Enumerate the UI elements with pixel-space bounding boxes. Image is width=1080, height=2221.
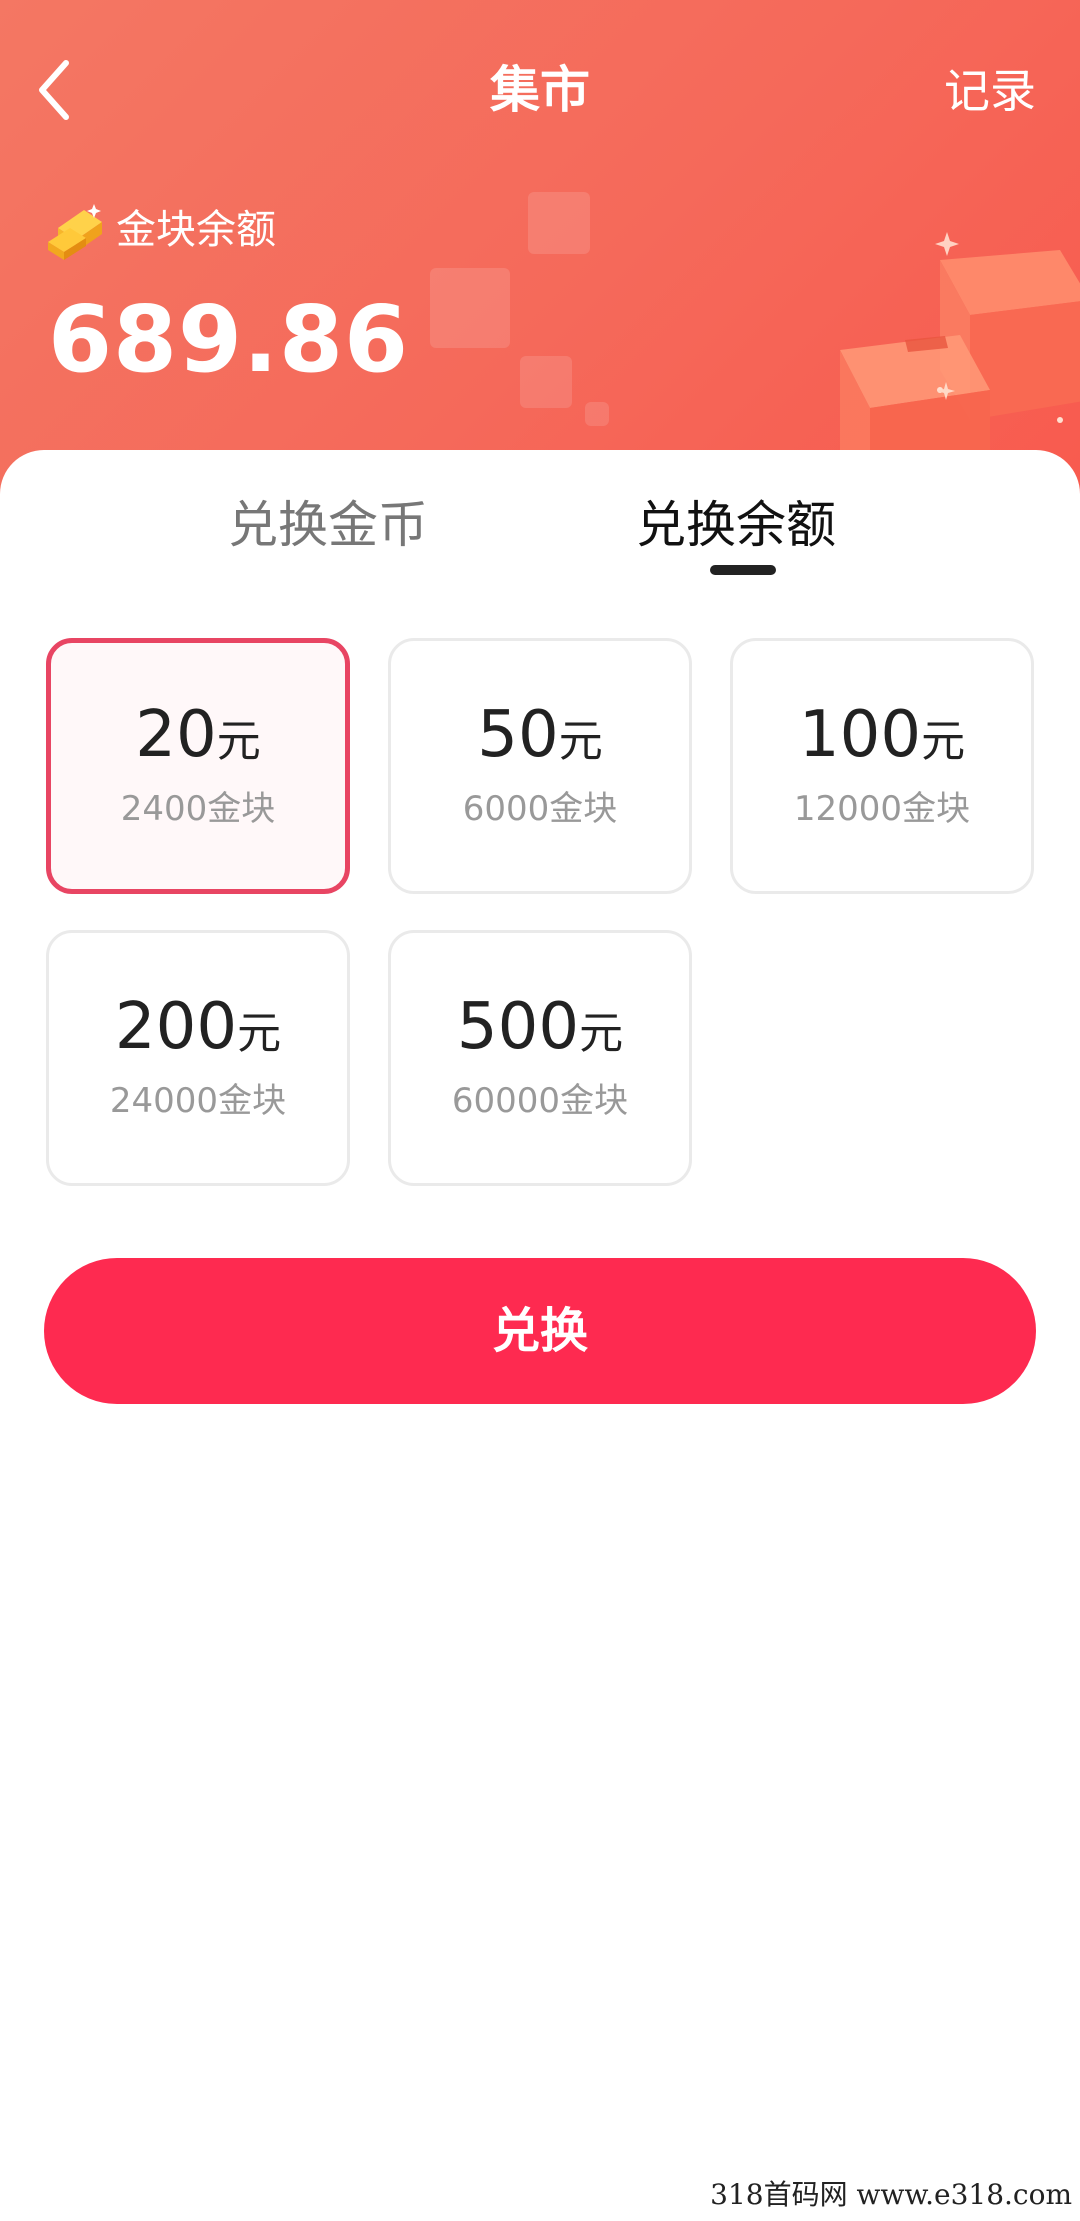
option-amount: 100元 (733, 693, 1031, 777)
option-coin-cost: 60000金块 (451, 1081, 629, 1121)
option-amount: 500元 (391, 985, 689, 1069)
decor-square (430, 268, 510, 348)
option-500-yuan[interactable]: 500元 60000金块 (388, 930, 692, 1186)
option-amount: 50元 (391, 693, 689, 777)
decor-square (585, 402, 609, 426)
amount-number: 50 (477, 698, 559, 772)
amount-unit: 元 (558, 716, 603, 767)
active-tab-indicator (710, 565, 776, 575)
option-amount: 200元 (49, 985, 347, 1069)
option-coin-cost: 2400金块 (120, 789, 276, 829)
record-link[interactable]: 记录 (944, 62, 1036, 120)
amount-number: 100 (798, 698, 922, 772)
option-coin-cost: 24000金块 (109, 1081, 287, 1121)
option-200-yuan[interactable]: 200元 24000金块 (46, 930, 350, 1186)
balance-label-row: 金块余额 (44, 200, 276, 260)
amount-unit: 元 (579, 1008, 624, 1059)
gold-bar-icon (48, 204, 102, 260)
amount-number: 500 (456, 990, 580, 1064)
amount-number: 200 (114, 990, 238, 1064)
tab-exchange-coins[interactable]: 兑换金币 (228, 490, 428, 560)
option-amount: 20元 (51, 693, 345, 777)
header-banner: 集市 记录 金块余额 689.86 (0, 0, 1080, 520)
watermark: 318首码网 www.e318.com (710, 2178, 1072, 2211)
page-title: 集市 (490, 61, 590, 119)
balance-value: 689.86 (48, 286, 410, 393)
exchange-button[interactable]: 兑换 (44, 1258, 1036, 1404)
tab-exchange-balance[interactable]: 兑换余额 (636, 490, 836, 560)
decor-square (528, 192, 590, 254)
option-100-yuan[interactable]: 100元 12000金块 (730, 638, 1034, 894)
amount-number: 20 (135, 698, 217, 772)
sparkle-icon (935, 232, 959, 256)
decor-square (520, 356, 572, 408)
balance-label: 金块余额 (116, 207, 276, 253)
option-20-yuan[interactable]: 20元 2400金块 (46, 638, 350, 894)
option-50-yuan[interactable]: 50元 6000金块 (388, 638, 692, 894)
option-coin-cost: 12000金块 (793, 789, 971, 829)
amount-unit: 元 (921, 716, 966, 767)
option-coin-cost: 6000金块 (462, 789, 618, 829)
amount-unit: 元 (216, 716, 261, 767)
amount-unit: 元 (237, 1008, 282, 1059)
exchange-panel: 兑换金币 兑换余额 20元 2400金块 50元 6000金块 100元 120… (0, 450, 1080, 2221)
